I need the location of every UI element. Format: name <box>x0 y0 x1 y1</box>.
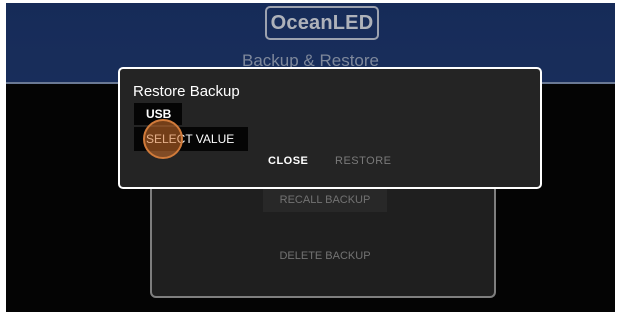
app-screen: OceanLED Backup & Restore RECALL BACKUP … <box>6 3 615 312</box>
restore-backup-dialog: Restore Backup USB SELECT VALUE CLOSE RE… <box>118 67 542 189</box>
usb-source-chip[interactable]: USB <box>134 103 182 125</box>
select-value-dropdown[interactable]: SELECT VALUE <box>134 127 248 151</box>
restore-button[interactable]: RESTORE <box>335 155 391 167</box>
close-button[interactable]: CLOSE <box>268 155 308 167</box>
dialog-title: Restore Backup <box>133 83 240 100</box>
